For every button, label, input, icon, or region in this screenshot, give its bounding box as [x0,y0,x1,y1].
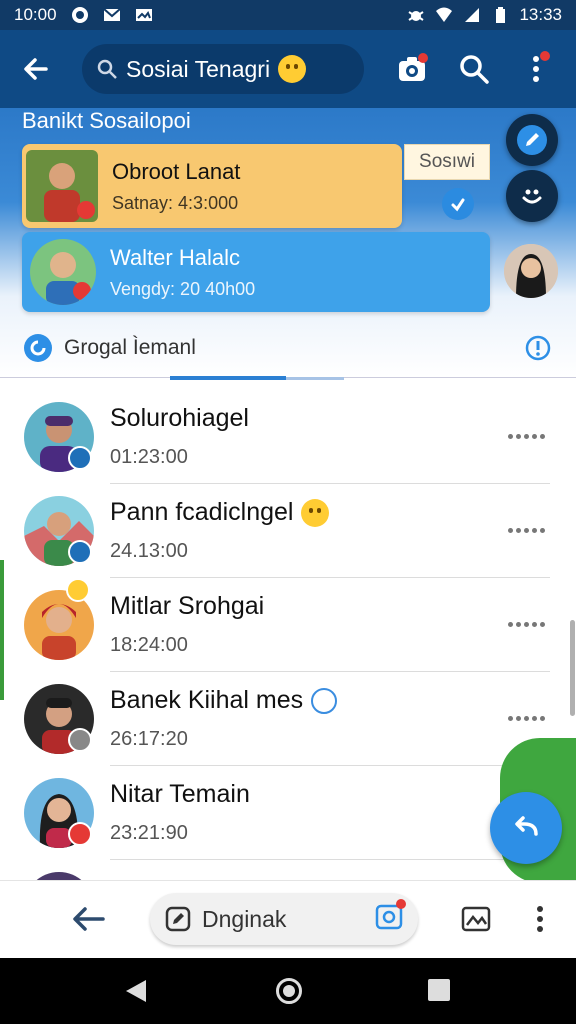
compose-text: Dnginak [202,905,287,932]
search-text: Sosiai Tenagri [126,55,271,82]
more-options-icon[interactable] [508,524,548,536]
bottom-bar: Dnginak [0,880,576,958]
overflow-menu-button[interactable] [516,49,556,89]
bug-icon [408,11,425,21]
card-title: Walter Halalc [110,244,240,270]
card-title: Obroot Lanat [112,158,241,184]
chat-row[interactable]: Solurohiagel 01:23:00 [0,390,576,484]
system-nav-bar [0,958,576,1024]
chat-time: 23:21:90 [110,822,188,844]
contact-avatar[interactable] [504,244,558,298]
nav-home-icon[interactable] [276,978,302,1004]
chat-name: Mitlar Srohgai [110,592,265,620]
back-button[interactable] [14,47,58,91]
status-badge [68,446,92,470]
card-subtitle: Satnay: 4:3:000 [112,192,239,213]
mail-icon [102,8,121,21]
more-options-icon[interactable] [508,430,548,442]
group-label: Grogal Ìemanl [64,336,196,359]
chat-row[interactable]: Banek Kiihal mes 26:17:20 [0,672,576,766]
menu-notification-dot [540,51,550,61]
status-bar: 10:00 13:33 [0,0,576,30]
nav-recents-icon[interactable] [428,979,450,1001]
reply-fab[interactable] [490,792,562,864]
edge-decoration [0,560,4,700]
camera-notification-dot [418,53,428,63]
wifi-icon [436,7,453,22]
more-options-icon[interactable] [508,618,548,630]
nav-back-icon[interactable] [124,978,148,1004]
tab-indicator [170,376,286,380]
emoji-icon [301,498,330,527]
check-icon [451,198,465,212]
more-vertical-icon [533,56,539,82]
group-row[interactable]: Grogal Ìemanl [22,330,552,366]
more-options-icon[interactable] [508,712,548,724]
chat-name: Banek Kiihal mes [110,686,304,714]
chat-time: 01:23:00 [110,446,188,468]
chat-time: 26:17:20 [110,728,188,750]
card-subtitle: Vengdy: 20 40h00 [110,278,256,299]
chat-row[interactable]: Mitlar Srohgai 18:24:00 [0,578,576,672]
emoji-icon [278,55,307,83]
status-badge [68,540,92,564]
tab-indicator-secondary [286,377,344,380]
chat-name: Pann fcadiclngel [110,498,294,526]
app-bar: Sosiai Tenagri [0,30,576,108]
card-avatar [30,239,96,305]
edit-button[interactable] [506,114,558,166]
signal-icon [465,8,480,22]
camera-button[interactable] [392,49,432,89]
refresh-icon [24,334,52,362]
image-notification-icon [135,9,152,21]
battery-icon [496,7,506,23]
bottom-more-button[interactable] [528,901,552,937]
reply-icon [515,816,538,836]
chat-name: Nitar Temain [110,780,250,808]
search-bar[interactable]: Sosiai Tenagri [82,44,364,94]
sos-tag[interactable]: Sosıwi [404,144,490,180]
search-button[interactable] [454,49,494,89]
search-icon [460,55,489,84]
avatar [24,872,94,880]
gallery-icon [461,906,491,932]
chat-list: Solurohiagel 01:23:00 Pann fcadiclngel 2… [0,390,576,880]
status-time-left: 10:00 [14,5,57,24]
search-icon [97,59,117,79]
camera-button[interactable] [374,899,406,937]
emoji-button[interactable] [506,170,558,222]
edit-icon [517,125,547,155]
compose-icon [165,906,191,932]
stories-banner: Banikt Sosailopoi Obroot Lanat Satnay: 4… [0,108,576,380]
smile-icon [522,189,542,204]
camera-notification-dot [396,899,406,909]
chat-name: Solurohiagel [110,404,249,432]
status-badge [68,822,92,846]
arrow-left-icon [73,907,105,931]
story-card-blue[interactable]: Walter Halalc Vengdy: 20 40h00 [22,232,490,312]
scrollbar[interactable] [570,620,575,716]
gallery-button[interactable] [458,901,494,937]
chat-time: 18:24:00 [110,634,188,656]
status-badge [66,578,90,602]
info-icon[interactable] [524,334,552,362]
bottom-back-button[interactable] [68,899,108,939]
status-time-right: 13:33 [519,5,562,24]
story-card-orange[interactable]: Obroot Lanat Satnay: 4:3:000 [22,144,402,228]
app-icon [71,7,88,23]
compose-pill[interactable]: Dnginak [150,893,418,945]
check-button[interactable] [442,188,474,220]
chat-row[interactable]: Nitar Temain 23:21:90 [0,766,576,860]
emoji-icon [311,687,338,714]
chat-row[interactable]: Pann fcadiclngel 24.13:00 [0,484,576,578]
chat-time: 24.13:00 [110,540,188,562]
arrow-left-icon [24,58,48,80]
card-avatar [26,150,98,222]
chat-row-partial[interactable] [0,860,576,880]
status-badge [68,728,92,752]
more-vertical-icon [537,906,543,932]
banner-title: Banikt Sosailopoi [22,108,191,133]
